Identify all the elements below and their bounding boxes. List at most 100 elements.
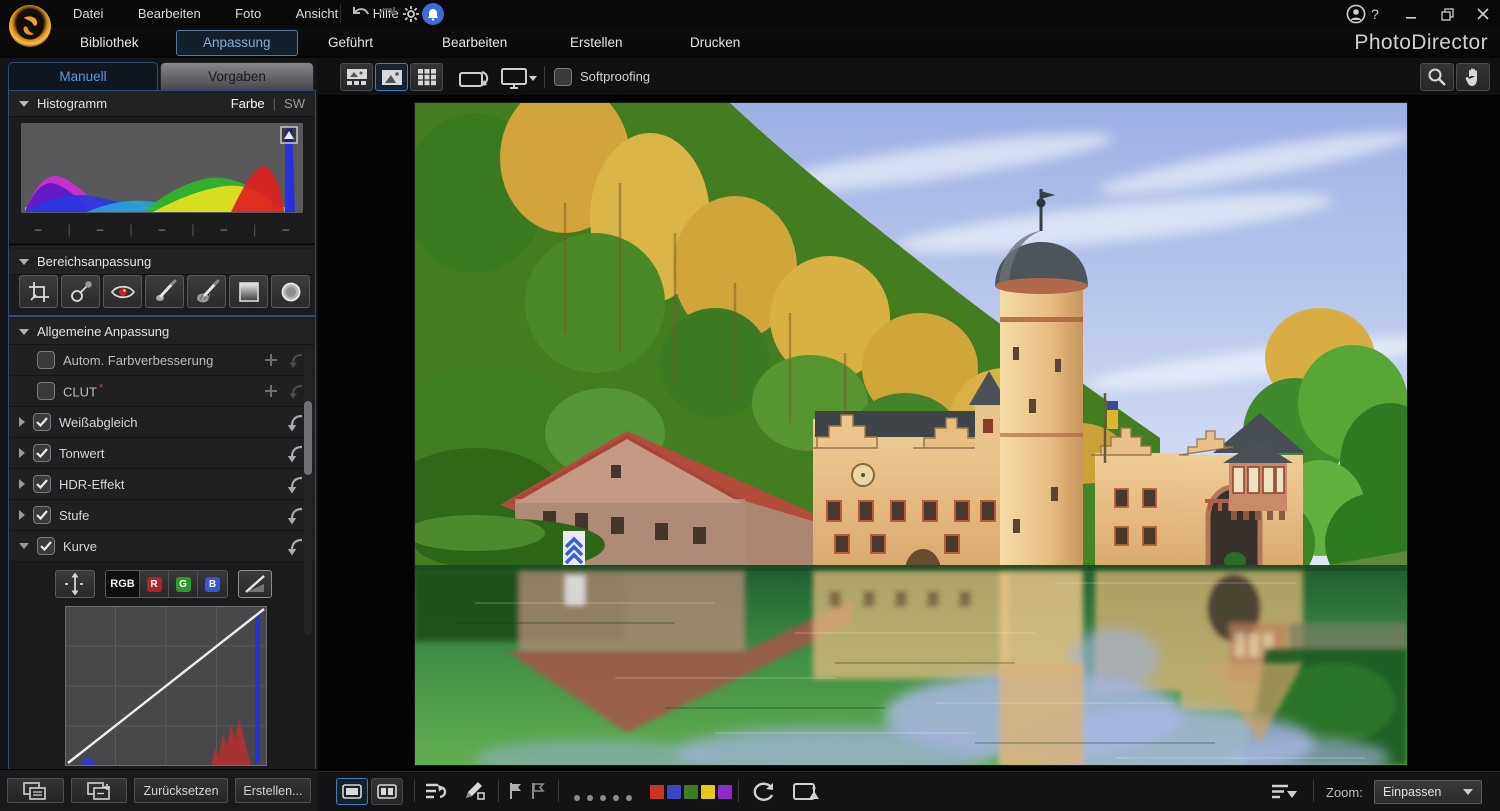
tab-bearbeiten[interactable]: Bearbeiten [432,28,517,58]
general-section-header[interactable]: Allgemeine Anpassung [9,319,315,345]
smudge-brush-tool-icon[interactable] [187,275,226,308]
auto-crop-icon[interactable] [792,782,820,807]
adjustment-row-hdr[interactable]: HDR-Effekt [9,469,315,500]
zoom-tool-icon[interactable] [1420,63,1454,91]
adjustment-row-tonwert[interactable]: Tonwert [9,438,315,469]
color-label-purple[interactable] [718,785,732,799]
targeted-adjustment-icon[interactable] [55,570,95,598]
tab-anpassung[interactable]: Anpassung [176,30,298,56]
color-label-red[interactable] [650,785,664,799]
reset-row-icon[interactable] [287,413,305,432]
tone-curve-graph[interactable] [65,606,267,766]
expand-chevron-icon[interactable] [19,417,25,427]
view-mode-filmstrip-icon[interactable] [340,63,373,91]
paste-adjustments-icon[interactable] [71,778,128,803]
spot-removal-tool-icon[interactable] [61,275,100,308]
undo-icon[interactable] [348,1,374,27]
expand-chevron-icon[interactable] [19,510,25,520]
tab-bibliothek[interactable]: Bibliothek [70,28,149,58]
checkbox-checked[interactable] [37,537,55,555]
reset-button[interactable]: Zurücksetzen [134,778,228,803]
compare-view-icon[interactable] [371,778,403,805]
gradient-mask-tool-icon[interactable] [229,275,268,308]
history-icon[interactable] [424,781,450,808]
regional-section-header[interactable]: Bereichsanpassung [9,249,315,275]
redo-icon[interactable] [374,1,400,27]
adjustment-row-weissabgleich[interactable]: Weißabgleich [9,407,315,438]
crop-tool-icon[interactable] [19,275,58,308]
view-mode-grid-icon[interactable] [410,63,443,91]
reset-row-icon[interactable] [289,352,305,369]
adjustment-row-clut[interactable]: CLUT* [9,376,315,407]
sort-options-icon[interactable] [1270,782,1298,807]
create-preset-button[interactable]: Erstellen... [235,778,311,803]
menu-bearbeiten[interactable]: Bearbeiten [123,0,216,28]
adjustment-row-kurve[interactable]: Kurve [9,531,315,562]
star-rating-dots[interactable] [570,788,635,806]
reset-row-icon[interactable] [289,383,305,400]
flag-reject-icon[interactable] [530,782,546,805]
tab-vorgaben[interactable]: Vorgaben [160,62,314,90]
adjustment-row-auto-color[interactable]: Autom. Farbverbesserung [9,345,315,376]
rotate-photo-icon[interactable] [752,781,776,808]
close-icon[interactable] [1472,3,1494,25]
channel-rgb-button[interactable]: RGB [106,571,140,597]
color-label-yellow[interactable] [701,785,715,799]
checkbox-checked[interactable] [33,413,51,431]
adjustment-row-stufe[interactable]: Stufe [9,500,315,531]
red-eye-tool-icon[interactable] [103,275,142,308]
photo-mespelbrunn-castle[interactable] [415,103,1407,765]
histogram-display[interactable] [21,123,303,213]
add-preset-icon[interactable] [263,383,279,399]
channel-green-button[interactable]: G [169,571,198,597]
histogram-section-header[interactable]: Histogramm Farbe | SW [9,91,315,117]
pen-annotation-icon[interactable] [462,780,486,807]
checkbox-unchecked[interactable] [37,382,55,400]
checkbox-checked[interactable] [33,475,51,493]
histogram-mode-bw[interactable]: SW [284,96,305,111]
panel-scrollbar-track[interactable] [304,347,312,635]
tab-gefuehrt[interactable]: Geführt [318,28,383,58]
reset-row-icon[interactable] [287,444,305,463]
checkbox-unchecked[interactable] [37,351,55,369]
settings-gear-icon[interactable] [398,1,424,27]
checkbox-checked[interactable] [33,506,51,524]
minimize-icon[interactable] [1400,3,1422,25]
tab-erstellen[interactable]: Erstellen [560,28,633,58]
expand-chevron-icon[interactable] [19,479,25,489]
restore-icon[interactable] [1436,3,1458,25]
softproofing-checkbox[interactable] [554,68,572,86]
color-label-blue[interactable] [667,785,681,799]
menu-ansicht[interactable]: Ansicht [281,0,354,28]
channel-blue-button[interactable]: B [198,571,227,597]
help-button[interactable]: ? [1364,3,1386,25]
tab-manuell[interactable]: Manuell [8,62,158,90]
color-label-swatches[interactable] [648,785,733,804]
add-preset-icon[interactable] [263,352,279,368]
expand-chevron-down-icon[interactable] [19,543,29,549]
reset-row-icon[interactable] [287,537,305,556]
histogram-mode-color[interactable]: Farbe [231,96,265,111]
single-view-icon[interactable] [336,778,368,805]
flag-pick-icon[interactable] [508,782,524,805]
hand-tool-icon[interactable] [1456,63,1490,91]
copy-adjustments-icon[interactable] [7,778,64,803]
tab-drucken[interactable]: Drucken [680,28,750,58]
color-label-green[interactable] [684,785,698,799]
notification-bell-icon[interactable] [422,3,444,25]
expand-chevron-icon[interactable] [19,448,25,458]
zoom-select[interactable]: Einpassen [1374,780,1482,804]
radial-mask-tool-icon[interactable] [271,275,310,308]
reset-row-icon[interactable] [287,475,305,494]
menu-foto[interactable]: Foto [220,0,276,28]
secondary-monitor-icon[interactable] [500,67,538,96]
reset-row-icon[interactable] [287,506,305,525]
panel-scrollbar-thumb[interactable] [304,401,312,475]
linear-curve-icon[interactable] [238,570,272,598]
checkbox-checked[interactable] [33,444,51,462]
channel-red-button[interactable]: R [140,571,169,597]
adjustment-brush-tool-icon[interactable] [145,275,184,308]
menu-datei[interactable]: Datei [58,0,118,28]
view-mode-single-icon[interactable] [375,63,408,91]
rotate-view-icon[interactable] [456,66,492,97]
